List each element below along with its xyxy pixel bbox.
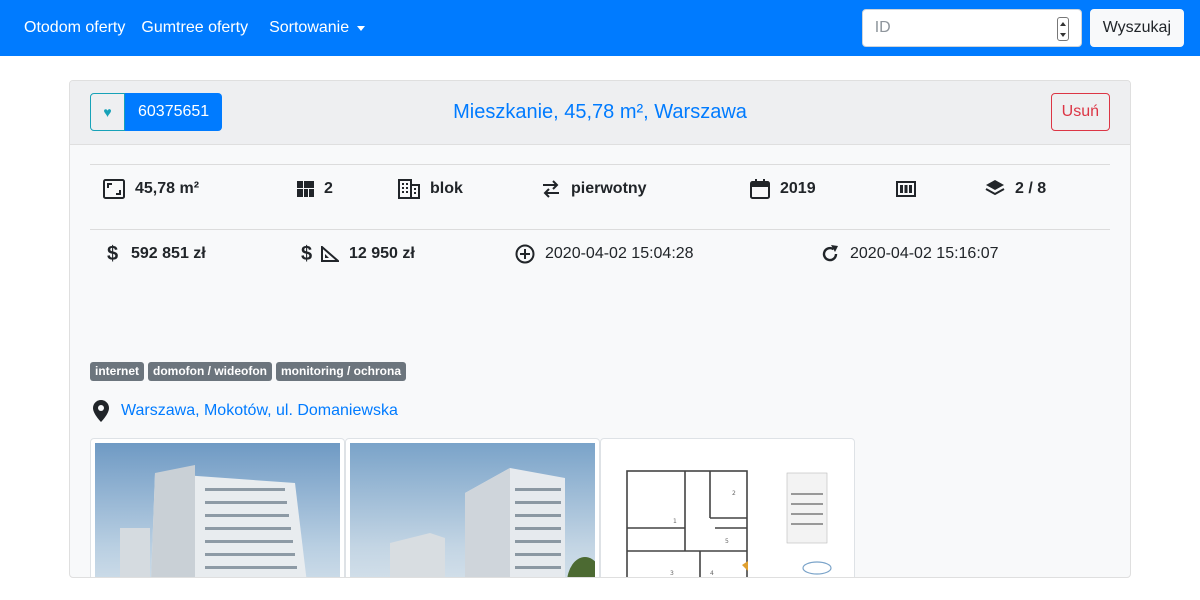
search-button[interactable]: Wyszukaj (1089, 9, 1184, 47)
offer-card: ♥ 60375651 Mieszkanie, 45,78 m², Warszaw… (69, 80, 1131, 578)
offer-card-header: ♥ 60375651 Mieszkanie, 45,78 m², Warszaw… (70, 81, 1130, 145)
search-form: Wyszukaj (861, 9, 1184, 47)
location-row: Warszawa, Mokotów, ul. Domaniewska (93, 400, 398, 422)
tag-badge: monitoring / ochrona (276, 362, 406, 381)
area-value: 45,78 m² (135, 180, 200, 197)
ruler-triangle-icon (321, 246, 339, 262)
floor-plan-image: 1 2 3 4 5 (605, 443, 850, 577)
map-pin-icon (93, 400, 109, 422)
id-input-wrapper (861, 9, 1082, 47)
sort-dropdown-label: Sortowanie (269, 19, 350, 36)
id-search-input[interactable] (862, 10, 1043, 46)
dollar-icon: $ (107, 242, 119, 265)
gallery-thumbnail[interactable] (345, 438, 600, 577)
rooms-value: 2 (324, 180, 333, 197)
gallery-thumbnail[interactable] (90, 438, 345, 577)
price-per-m2-value: 12 950 zł (349, 245, 415, 262)
nav-link-gumtree[interactable]: Gumtree oferty (141, 19, 248, 37)
stat-floor: 2 / 8 (985, 177, 1046, 201)
year-value: 2019 (780, 180, 816, 197)
plus-circle-icon (515, 244, 535, 264)
stat-rent (896, 177, 916, 201)
svg-text:1: 1 (673, 518, 677, 525)
svg-text:4: 4 (710, 570, 714, 577)
stat-market: pierwotny (541, 177, 647, 201)
offer-title-container: Mieszkanie, 45,78 m², Warszawa (70, 101, 1130, 124)
area-icon (103, 179, 125, 199)
stat-price: $ 592 851 zł (107, 242, 206, 266)
building-render-image (350, 443, 595, 577)
stat-created: 2020-04-02 15:04:28 (515, 242, 694, 266)
image-gallery: 1 2 3 4 5 (90, 438, 855, 577)
swap-icon (543, 180, 559, 198)
delete-button[interactable]: Usuń (1050, 93, 1110, 131)
building-icon (398, 179, 420, 199)
layers-icon (985, 180, 1005, 196)
stat-updated: 2020-04-02 15:16:07 (820, 242, 999, 266)
location-link[interactable]: Warszawa, Mokotów, ul. Domaniewska (121, 402, 398, 420)
refresh-icon (822, 245, 838, 262)
dollar-icon: $ (301, 242, 313, 265)
calendar-icon (750, 179, 770, 199)
stat-area: 45,78 m² (103, 177, 199, 201)
feature-tags: internet domofon / wideofon monitoring /… (90, 362, 410, 381)
top-navbar: Otodom oferty Gumtree oferty Sortowanie … (0, 0, 1200, 56)
svg-text:2: 2 (732, 490, 736, 497)
spinner-up-icon[interactable] (1059, 21, 1066, 26)
svg-text:3: 3 (670, 570, 674, 577)
updated-value: 2020-04-02 15:16:07 (850, 245, 999, 262)
caret-down-icon (357, 25, 366, 31)
floor-value: 2 / 8 (1015, 180, 1047, 197)
tag-badge: internet (90, 362, 145, 381)
market-value: pierwotny (571, 180, 647, 197)
nav-link-otodom[interactable]: Otodom oferty (24, 19, 125, 37)
spinner-down-icon[interactable] (1059, 32, 1066, 37)
stat-price-per-m2: $ 12 950 zł (301, 242, 415, 266)
stat-rooms: 2 (297, 177, 333, 201)
sort-dropdown[interactable]: Sortowanie (269, 19, 366, 37)
stat-building-type: blok (398, 177, 463, 201)
gallery-thumbnail[interactable]: 1 2 3 4 5 (600, 438, 855, 577)
rooms-icon (297, 181, 314, 197)
building-type-value: blok (430, 180, 463, 197)
stat-year: 2019 (750, 177, 816, 201)
divider-middle (90, 229, 1110, 230)
tag-badge: domofon / wideofon (148, 362, 272, 381)
meter-icon (896, 181, 916, 197)
svg-text:5: 5 (725, 538, 729, 545)
number-spinner[interactable] (1056, 17, 1069, 41)
created-value: 2020-04-02 15:04:28 (545, 245, 694, 262)
building-render-image (95, 443, 340, 577)
price-value: 592 851 zł (131, 245, 206, 262)
divider-top (90, 164, 1110, 165)
offer-title-link[interactable]: Mieszkanie, 45,78 m², Warszawa (453, 101, 747, 123)
